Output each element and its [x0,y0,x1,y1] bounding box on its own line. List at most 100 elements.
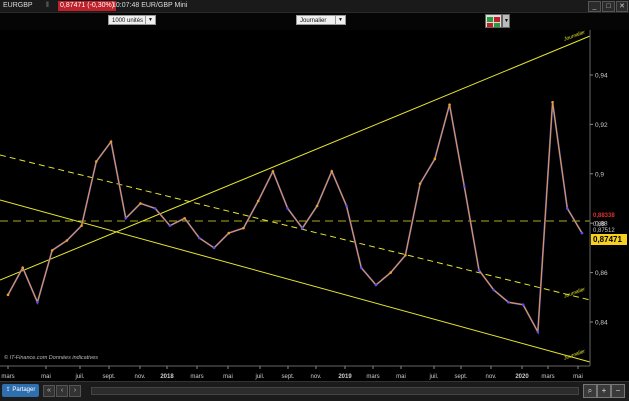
x-tick-label: mars [190,374,203,380]
price-point [109,140,113,143]
price-point [271,170,275,173]
trend-line-label: Journalier [562,286,586,300]
credit-text: © IT-Finance.com Données indicatives [4,354,98,361]
price-point [565,207,569,210]
zoom-out-icon[interactable]: − [611,384,625,398]
price-point [139,202,142,205]
zoom-in-icon[interactable]: + [597,384,611,398]
middle-trend-line [0,154,591,301]
price-point [198,236,201,240]
x-tick-label: nov. [486,374,497,380]
units-dropdown[interactable]: 1000 unités ▼ [108,15,156,25]
time-scrollbar[interactable] [91,387,579,395]
price-point [95,160,98,163]
price-point [418,182,422,185]
chevron-down-icon: ▼ [145,16,155,24]
price-point [551,100,554,104]
x-tick-label: sept. [102,374,115,380]
high-level-label: 0,88338 [593,213,615,219]
price-change-badge: 0,87471 (-0,30%) [58,1,117,11]
x-tick-label: juil. [254,374,264,380]
price-point [404,254,407,257]
x-tick-label: mars [541,374,554,380]
x-tick-label: mars [366,374,379,380]
x-tick-label: mai [41,374,51,380]
price-line-shadow [7,102,583,336]
price-point [345,204,348,208]
price-point [80,224,83,227]
x-tick-label: mars [1,374,14,380]
price-point [389,271,392,274]
price-point [21,266,25,269]
price-point [580,231,584,235]
scroll-right-button[interactable]: › [69,385,81,397]
price-point [65,239,69,242]
price-point [242,226,245,230]
tool-menu-button[interactable]: ▼ [502,14,510,28]
price-point [521,303,525,307]
x-tick-label: juil. [74,374,84,380]
y-tick-label: 0,9 [595,171,604,178]
symbol-label[interactable]: EURGBP [3,1,33,11]
price-point [507,300,510,304]
price-point [492,288,495,292]
share-button[interactable]: ⇪ Partager [2,384,39,397]
x-tick-label: 2018 [160,374,174,380]
x-tick-label: 2019 [338,374,352,380]
price-point [301,226,304,230]
price-point [315,204,319,208]
y-tick-label: 0,84 [595,320,608,327]
x-tick-label: juil. [428,374,438,380]
trend-line-label: Journalier [562,30,586,43]
upper-trend-line [0,35,591,281]
x-tick-label: mai [573,374,583,380]
indicator-tool-button[interactable] [485,14,502,28]
price-point [153,207,157,210]
units-value: 1000 unités [112,18,144,24]
x-tick-label: nov. [311,374,322,380]
price-chart[interactable]: 0,940,920,90,880,860,84mars mai juil. sept.… [0,30,629,381]
x-tick-label: sept. [454,374,467,380]
price-point [462,184,466,188]
minimize-button[interactable]: _ [588,1,601,12]
lower-trend-line [0,199,591,363]
bottom-bar: ⇪ Partager « ‹ › ⌕ + − [0,381,629,401]
scroll-left-button[interactable]: ‹ [56,385,68,397]
y-tick-label: 0,92 [595,122,608,129]
axes: 0,940,920,90,880,860,84mars mai juil. sept.… [0,30,608,380]
price-point [374,283,378,287]
price-point [330,170,334,173]
price-series [6,100,584,336]
price-point [536,330,540,334]
x-tick-label: mai [396,374,406,380]
zoom-select-icon[interactable]: ⌕ [583,384,597,398]
price-point [124,216,128,220]
share-icon: ⇪ [5,387,11,393]
chevron-down-icon: ▼ [504,18,509,24]
x-tick-label: 2020 [515,374,529,380]
price-point [168,224,172,227]
last-price-label: 0,87471 [593,235,622,244]
price-point [477,268,481,272]
scroll-start-button[interactable]: « [43,385,55,397]
period-dropdown[interactable]: Journalier ▼ [296,15,346,25]
price-point [36,300,39,304]
close-button[interactable]: ✕ [616,1,628,12]
divider-icon: ‖ [46,2,49,9]
price-point [286,207,289,210]
maximize-button[interactable]: □ [602,1,615,12]
period-value: Journalier [300,18,327,24]
window-title: 10:07:48 EUR/GBP Mini [112,2,188,9]
price-point [212,246,216,250]
chart-labels: 0,883380,880,875120,87471JournalierJourn… [4,30,627,362]
price-point [256,199,260,203]
y-tick-label: 0,86 [595,270,608,277]
price-point [433,157,437,161]
price-point [359,266,363,269]
chevron-down-icon: ▼ [335,16,345,24]
price-point [6,293,10,297]
price-point [183,216,186,220]
price-point [227,231,231,235]
chart-toolbar: 1000 unités ▼ Journalier ▼ ▼ [0,13,629,30]
price-point [448,103,451,106]
